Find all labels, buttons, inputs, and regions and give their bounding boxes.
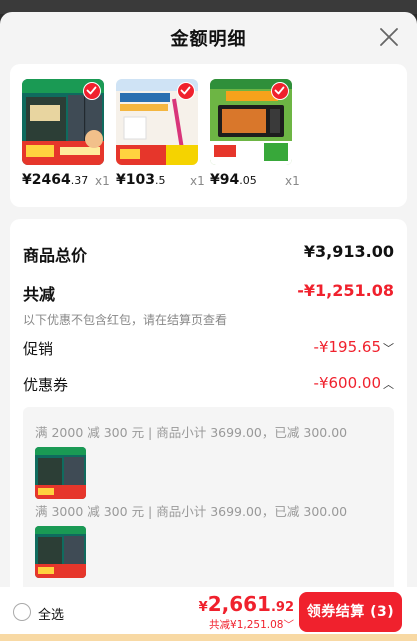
coupon-rule-text: 满 2000 减 300 元 | 商品小计 3699.00，已减 300.00 bbox=[35, 425, 348, 440]
currency-symbol: ¥ bbox=[198, 600, 208, 615]
price-decimal: .5 bbox=[154, 174, 166, 187]
product-item[interactable] bbox=[22, 79, 104, 165]
selected-check-icon bbox=[271, 82, 289, 100]
selected-check-icon bbox=[177, 82, 195, 100]
product-quantity: x1 bbox=[285, 174, 300, 188]
total-price-row: 商品总价 ¥3,913.00 bbox=[23, 242, 394, 266]
product-list: ¥2464.37 x1 ¥103.5 x1 ¥94.05 x1 bbox=[10, 64, 407, 207]
bottom-strip bbox=[0, 634, 417, 641]
select-all-radio[interactable] bbox=[13, 603, 31, 621]
total-discount-text: 共减¥1,251.08 bbox=[209, 619, 284, 631]
price-decimal: .37 bbox=[70, 174, 89, 187]
coupon-product-image bbox=[35, 447, 86, 499]
total-decimal: .92 bbox=[270, 600, 294, 615]
chevron-down-icon[interactable]: ﹀ bbox=[383, 342, 394, 355]
amount-detail-sheet: 金额明细 ¥2464.37 x1 ¥103.5 x1 ¥94.05 x1 商品总… bbox=[0, 12, 417, 641]
promotion-value: -¥195.65 ﹀ bbox=[314, 338, 394, 356]
product-quantity: x1 bbox=[95, 174, 110, 188]
product-image bbox=[116, 79, 198, 165]
product-item[interactable] bbox=[116, 79, 198, 165]
price-integer: ¥94 bbox=[210, 172, 240, 188]
price-integer: ¥103 bbox=[116, 172, 155, 188]
chevron-up-icon[interactable]: ︿ bbox=[383, 378, 394, 391]
close-icon[interactable] bbox=[377, 25, 401, 49]
product-image bbox=[210, 79, 292, 165]
coupon-value: -¥600.00 ︿ bbox=[314, 374, 394, 392]
promotion-row[interactable]: 促销 -¥195.65 ﹀ bbox=[23, 338, 394, 359]
product-item[interactable] bbox=[210, 79, 292, 165]
coupon-detail-box: 满 2000 减 300 元 | 商品小计 3699.00，已减 300.00 … bbox=[23, 407, 394, 599]
promotion-amount: -¥195.65 bbox=[313, 338, 381, 356]
total-price-value: ¥3,913.00 bbox=[303, 242, 394, 261]
checkout-bar: 全选 ¥2,661.92 共减¥1,251.08﹀ 领券结算 (3) bbox=[0, 587, 417, 641]
chevron-down-icon: ﹀ bbox=[283, 619, 295, 631]
coupon-product-image bbox=[35, 526, 86, 578]
coupon-row[interactable]: 优惠券 -¥600.00 ︿ bbox=[23, 374, 394, 395]
price-decimal: .05 bbox=[239, 174, 257, 187]
selected-check-icon bbox=[83, 82, 101, 100]
total-discount[interactable]: 共减¥1,251.08﹀ bbox=[209, 617, 294, 632]
total-reduce-value: -¥1,251.08 bbox=[297, 281, 394, 300]
select-all-label[interactable]: 全选 bbox=[38, 604, 64, 623]
sheet-header: 金额明细 bbox=[0, 12, 417, 64]
coupon-rule-text: 满 3000 减 300 元 | 商品小计 3699.00，已减 300.00 bbox=[35, 504, 348, 519]
total-reduce-row: 共减 -¥1,251.08 以下优惠不包含红包，请在结算页查看 bbox=[23, 281, 394, 328]
sheet-title: 金额明细 bbox=[170, 29, 247, 50]
price-summary: 商品总价 ¥3,913.00 共减 -¥1,251.08 以下优惠不包含红包，请… bbox=[10, 219, 407, 599]
reduce-note: 以下优惠不包含红包，请在结算页查看 bbox=[23, 313, 228, 327]
coupon-amount: -¥600.00 bbox=[313, 374, 381, 392]
price-integer: ¥2464 bbox=[22, 172, 71, 188]
product-quantity: x1 bbox=[190, 174, 205, 188]
product-image bbox=[22, 79, 104, 165]
total-integer: 2,661 bbox=[207, 592, 271, 616]
checkout-button[interactable]: 领券结算 (3) bbox=[299, 592, 402, 632]
pay-total: ¥2,661.92 bbox=[199, 592, 294, 616]
